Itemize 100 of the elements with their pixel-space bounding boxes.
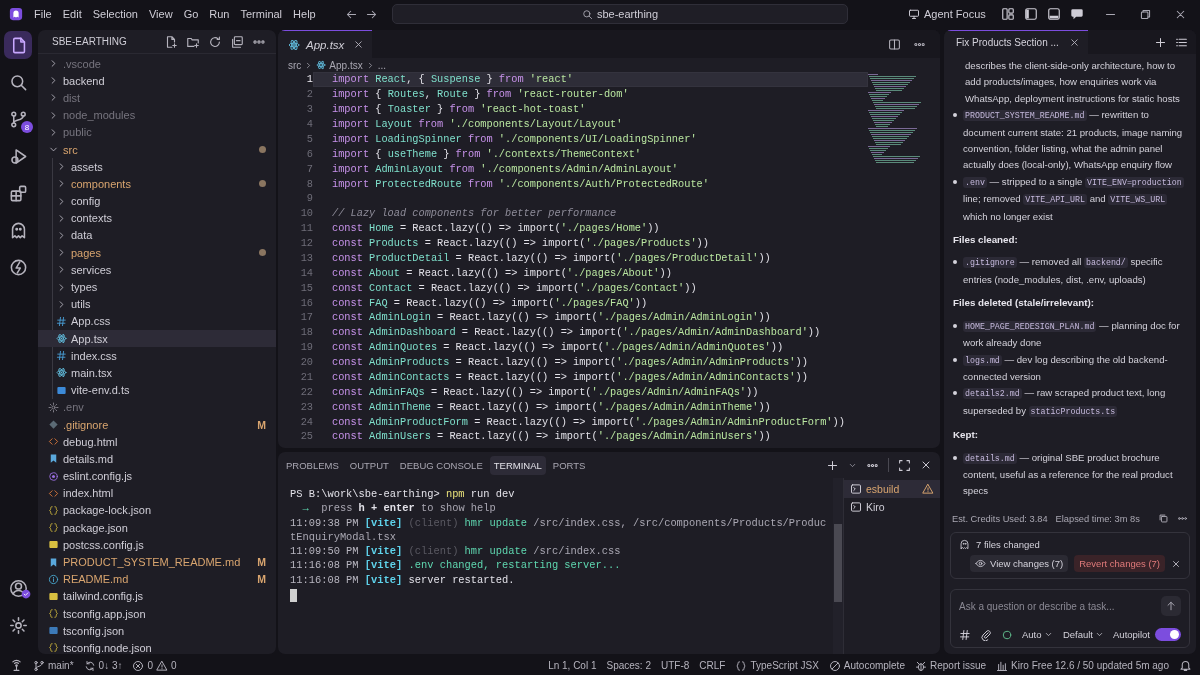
tree-item[interactable]: index.html	[38, 484, 276, 502]
sync-status[interactable]: 0↓ 3↑	[83, 659, 123, 672]
panel-toggle-icon[interactable]	[1046, 7, 1061, 21]
restore-icon[interactable]	[1139, 7, 1152, 21]
tree-item[interactable]: backend	[38, 72, 276, 90]
app-logo-icon[interactable]	[9, 7, 23, 21]
refresh-icon[interactable]	[208, 34, 222, 49]
close-icon[interactable]	[353, 39, 364, 50]
tree-item[interactable]: .env	[38, 398, 276, 416]
tree-item[interactable]: eslint.config.js	[38, 467, 276, 485]
terminal-item[interactable]: Kiro	[844, 498, 940, 516]
tree-item[interactable]: details.md	[38, 450, 276, 468]
tree-item[interactable]: public	[38, 123, 276, 141]
chat-icon[interactable]	[1069, 7, 1084, 21]
chat-input[interactable]: Ask a question or describe a task...	[959, 600, 1155, 612]
paperclip-icon[interactable]	[980, 628, 992, 641]
cursor-position[interactable]: Ln 1, Col 1	[548, 660, 597, 671]
tree-item[interactable]: pages	[38, 244, 276, 262]
terminal-item[interactable]: esbuild	[844, 480, 940, 498]
tree-item[interactable]: tsconfig.node.json	[38, 639, 276, 654]
settings-icon[interactable]	[8, 615, 28, 635]
plus-icon[interactable]	[1154, 35, 1167, 49]
tree-item[interactable]: vite-env.d.ts	[38, 381, 276, 399]
autocomplete-status[interactable]: Autocomplete	[828, 659, 905, 672]
tree-item[interactable]: types	[38, 278, 276, 296]
close-icon[interactable]	[1068, 37, 1080, 48]
breadcrumb-item[interactable]: src	[288, 59, 302, 71]
menu-item[interactable]: Run	[209, 8, 230, 20]
tree-item[interactable]: postcss.config.js	[38, 536, 276, 554]
tree-item[interactable]: contexts	[38, 209, 276, 227]
collapse-icon[interactable]	[230, 34, 244, 49]
tree-item[interactable]: components	[38, 175, 276, 193]
tree-item[interactable]: main.tsx	[38, 364, 276, 382]
menu-item[interactable]: Help	[293, 8, 316, 20]
editor-tab[interactable]: App.tsx	[278, 30, 372, 59]
tree-item[interactable]: .gitignore M	[38, 415, 276, 434]
remote-icon[interactable]	[10, 659, 23, 672]
tree-item[interactable]: node_modules	[38, 106, 276, 124]
command-center[interactable]: sbe-earthing	[392, 4, 848, 24]
branch-status[interactable]: main*	[33, 659, 74, 672]
menu-item[interactable]: Selection	[92, 8, 138, 20]
tree-item[interactable]: tsconfig.json	[38, 622, 276, 640]
plan-status[interactable]: Kiro Free 12.6 / 50 updated 5m ago	[996, 659, 1169, 672]
bell-icon[interactable]	[1179, 659, 1192, 672]
breadcrumb-item[interactable]: ...	[377, 59, 387, 71]
mode-dropdown[interactable]: Default	[1062, 629, 1104, 640]
layout-icon[interactable]	[1000, 7, 1015, 21]
indentation-status[interactable]: Spaces: 2	[606, 660, 651, 671]
close-icon[interactable]	[920, 459, 932, 471]
tree-item[interactable]: App.css	[38, 312, 276, 330]
tree-item[interactable]: index.css	[38, 347, 276, 365]
panel-tab[interactable]: PROBLEMS	[282, 455, 343, 475]
split-editor-icon[interactable]	[888, 37, 901, 51]
tree-item[interactable]: package.json	[38, 519, 276, 537]
model-dropdown[interactable]: Auto	[1022, 629, 1053, 640]
menu-item[interactable]: View	[148, 8, 173, 20]
account-icon[interactable]	[8, 578, 28, 598]
copy-icon[interactable]	[1158, 513, 1169, 524]
run-debug-icon[interactable]	[8, 146, 28, 166]
chat-tab[interactable]: Fix Products Section ...	[944, 30, 1088, 55]
sidebar-toggle-icon[interactable]	[1023, 7, 1038, 21]
language-status[interactable]: TypeScript JSX	[735, 659, 819, 672]
menu-item[interactable]: Terminal	[240, 8, 283, 20]
extensions-icon[interactable]	[8, 183, 28, 203]
panel-tab[interactable]: DEBUG CONSOLE	[395, 455, 487, 475]
tree-item[interactable]: tsconfig.app.json	[38, 605, 276, 623]
send-button[interactable]	[1161, 596, 1181, 616]
tree-item[interactable]: debug.html	[38, 433, 276, 451]
tree-item[interactable]: data	[38, 226, 276, 245]
encoding-status[interactable]: UTF-8	[661, 660, 690, 671]
agent-focus-button[interactable]: Agent Focus	[908, 8, 986, 20]
tree-item[interactable]: PRODUCT_SYSTEM_README.md M	[38, 553, 276, 571]
panel-tab[interactable]: OUTPUT	[345, 455, 393, 475]
menu-item[interactable]: Edit	[62, 8, 82, 20]
tree-item[interactable]: utils	[38, 295, 276, 313]
tree-item[interactable]: App.tsx	[38, 330, 276, 348]
plus-icon[interactable]	[826, 458, 839, 472]
scrollbar-thumb[interactable]	[834, 524, 842, 602]
search-icon[interactable]	[8, 72, 28, 92]
tree-item[interactable]: dist	[38, 89, 276, 107]
tree-item[interactable]: .vscode	[38, 55, 276, 73]
close-icon[interactable]	[1171, 558, 1181, 569]
tree-item[interactable]: services	[38, 261, 276, 279]
panel-tab[interactable]: PORTS	[548, 455, 590, 475]
line-ending-status[interactable]: CRLF	[699, 660, 726, 671]
tree-item[interactable]: README.md M	[38, 570, 276, 588]
breadcrumb-item[interactable]: App.tsx	[329, 59, 363, 71]
revert-changes-button[interactable]: Revert changes (7)	[1074, 555, 1165, 572]
tree-item[interactable]: tailwind.config.js	[38, 587, 276, 605]
hash-icon[interactable]	[959, 628, 971, 641]
maximize-icon[interactable]	[898, 458, 911, 472]
view-changes-button[interactable]: View changes (7)	[969, 555, 1069, 572]
autopilot-toggle[interactable]	[1155, 628, 1181, 641]
menu-item[interactable]: Go	[183, 8, 199, 20]
new-file-icon[interactable]	[164, 34, 178, 49]
problems-status[interactable]: 0 0	[132, 659, 177, 672]
panel-tab[interactable]: TERMINAL	[489, 455, 546, 475]
tree-item[interactable]: config	[38, 192, 276, 210]
tree-item[interactable]: src	[38, 140, 276, 159]
tree-item[interactable]: assets	[38, 158, 276, 176]
